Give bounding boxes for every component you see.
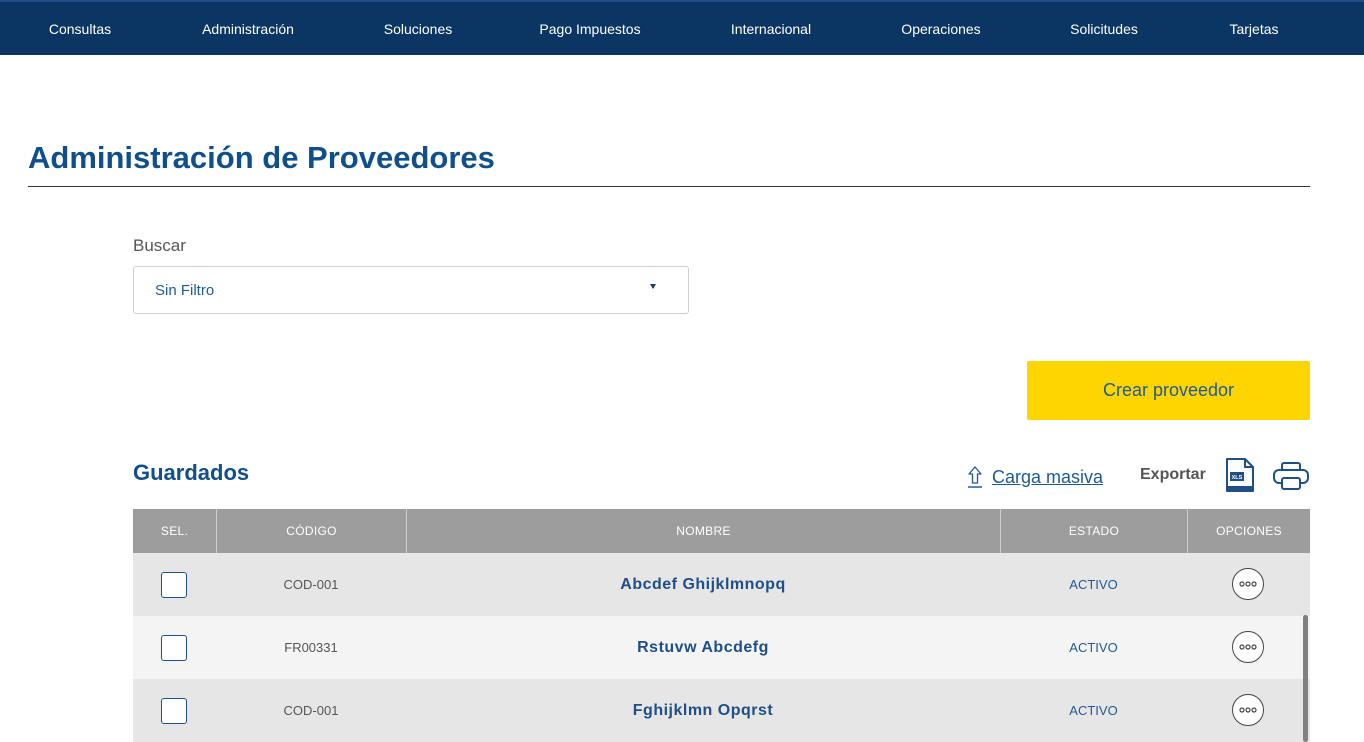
more-options-icon[interactable] — [1232, 568, 1264, 600]
page-title: Administración de Proveedores — [28, 140, 495, 175]
row-code: COD-001 — [283, 703, 339, 718]
row-code: FR00331 — [284, 640, 338, 655]
row-name: Fghijklmn Opqrst — [632, 702, 774, 719]
xls-badge-text: XLS — [1232, 475, 1243, 481]
nav-item-consultas[interactable]: Consultas — [49, 2, 111, 57]
search-filter-value: Sin Filtro — [155, 282, 215, 299]
nav-item-pago-impuestos[interactable]: Pago Impuestos — [539, 2, 640, 57]
create-supplier-button[interactable]: Crear proveedor — [1027, 361, 1310, 420]
row-select-checkbox[interactable] — [161, 572, 187, 598]
top-navigation: Consultas Administración Soluciones Pago… — [0, 0, 1364, 55]
row-code: COD-001 — [283, 577, 339, 592]
row-state: ACTIVO — [1069, 577, 1118, 592]
table-row: COD-001 Fghijklmn Opqrst ACTIVO — [133, 679, 1310, 742]
bulk-upload-link[interactable]: Carga masiva — [966, 464, 1103, 490]
column-header-options: OPCIONES — [1187, 509, 1310, 553]
column-header-state: ESTADO — [1000, 509, 1187, 553]
row-state: ACTIVO — [1069, 640, 1118, 655]
dropdown-caret-icon — [650, 284, 656, 289]
row-select-checkbox[interactable] — [161, 635, 187, 661]
nav-item-solicitudes[interactable]: Solicitudes — [1070, 2, 1138, 57]
column-header-name: NOMBRE — [406, 509, 1000, 553]
table-row: FR00331 Rstuvw Abcdefg ACTIVO — [133, 616, 1310, 679]
nav-item-soluciones[interactable]: Soluciones — [384, 2, 453, 57]
table-row: COD-001 Abcdef Ghijklmnopq ACTIVO — [133, 553, 1310, 616]
row-state: ACTIVO — [1069, 703, 1118, 718]
nav-item-administracion[interactable]: Administración — [202, 2, 294, 57]
column-header-select: SEL. — [160, 524, 189, 538]
bulk-upload-label: Carga masiva — [992, 466, 1104, 487]
row-select-checkbox[interactable] — [161, 698, 187, 724]
search-filter-select[interactable]: Sin Filtro — [133, 266, 689, 314]
nav-item-internacional[interactable]: Internacional — [731, 2, 811, 57]
table-scrollbar[interactable] — [1303, 615, 1308, 742]
column-header-code: CÓDIGO — [216, 509, 406, 553]
export-label: Exportar — [1140, 466, 1206, 483]
nav-item-tarjetas[interactable]: Tarjetas — [1229, 2, 1278, 57]
row-name: Rstuvw Abcdefg — [637, 639, 769, 656]
more-options-icon[interactable] — [1232, 694, 1264, 726]
table-header: SEL. CÓDIGO NOMBRE ESTADO OPCIONES — [133, 509, 1310, 553]
row-name: Abcdef Ghijklmnopq — [620, 576, 786, 593]
saved-section-title: Guardados — [133, 460, 250, 485]
nav-item-operaciones[interactable]: Operaciones — [901, 2, 980, 57]
upload-icon — [968, 466, 982, 488]
printer-icon[interactable] — [1272, 461, 1310, 491]
xls-file-icon[interactable]: XLS — [1224, 457, 1256, 493]
search-label: Buscar — [133, 236, 186, 255]
suppliers-table: SEL. CÓDIGO NOMBRE ESTADO OPCIONES COD-0… — [133, 509, 1310, 742]
more-options-icon[interactable] — [1232, 631, 1264, 663]
title-divider — [28, 186, 1310, 187]
